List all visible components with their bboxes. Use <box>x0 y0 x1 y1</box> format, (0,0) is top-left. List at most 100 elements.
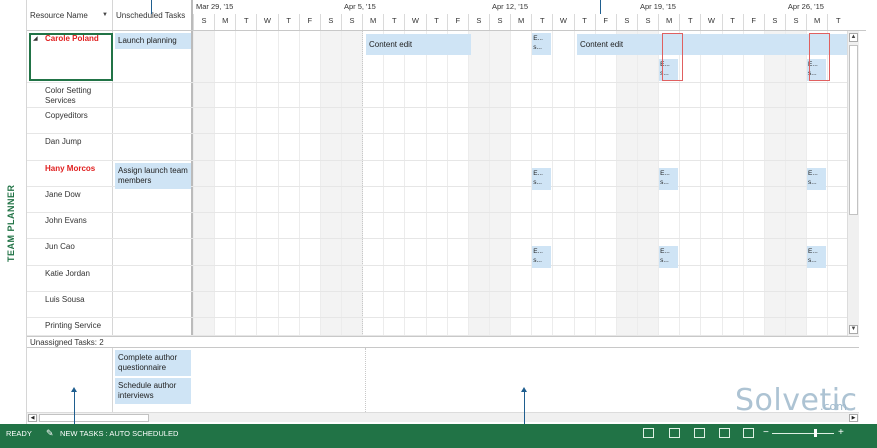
resource-row[interactable]: Printing Service <box>27 318 847 336</box>
resource-row[interactable]: Jun Cao E... s... E... s... E... s... <box>27 239 847 268</box>
day-label: S <box>193 14 214 30</box>
scroll-down-icon[interactable]: ▼ <box>849 325 858 334</box>
mini-task-line: s... <box>660 179 669 186</box>
unscheduled-cell <box>113 213 193 238</box>
mini-task-line: E... <box>533 170 543 177</box>
day-label: T <box>425 14 447 30</box>
zoom-slider-thumb[interactable] <box>814 429 817 437</box>
mini-task[interactable]: E... s... <box>532 33 552 55</box>
pushpin-icon: ✎ <box>46 428 54 438</box>
vertical-scrollbar[interactable]: ▲ ▼ <box>847 31 859 336</box>
mini-task-line: E... <box>660 248 670 255</box>
task-bar-content-edit[interactable]: Content edit <box>366 34 471 55</box>
mini-task[interactable]: E... s... <box>532 246 552 268</box>
scroll-up-icon[interactable]: ▲ <box>849 33 858 42</box>
scroll-left-icon[interactable]: ◀ <box>28 414 37 422</box>
unscheduled-task[interactable]: Launch planning <box>115 33 191 49</box>
resource-name[interactable]: Katie Jordan <box>27 266 113 291</box>
report-view-icon[interactable] <box>743 428 754 438</box>
resource-grid[interactable]: Carole Poland Launch planning E... s... E...… <box>27 31 847 336</box>
day-label: S <box>488 14 510 30</box>
resource-name-header-label: Resource Name <box>30 10 88 20</box>
watermark-suffix: .com <box>820 400 847 413</box>
resource-name[interactable]: Jane Dow <box>27 187 113 212</box>
resource-row[interactable]: Color Setting Services <box>27 83 847 108</box>
unassigned-left-area <box>27 348 113 412</box>
annotation-pointer <box>600 0 601 14</box>
unscheduled-cell <box>113 292 193 317</box>
mini-task-line: E... <box>533 248 543 255</box>
zoom-in-icon[interactable]: + <box>838 427 844 438</box>
status-new-tasks[interactable]: NEW TASKS : AUTO SCHEDULED <box>60 429 178 438</box>
day-label: S <box>319 14 341 30</box>
mini-task-line: s... <box>808 257 817 264</box>
day-label: S <box>784 14 806 30</box>
unscheduled-task[interactable]: Assign launch team members <box>115 163 191 189</box>
day-label: T <box>573 14 595 30</box>
day-label: S <box>636 14 658 30</box>
zoom-slider-track[interactable] <box>772 433 834 434</box>
gantt-view-icon[interactable] <box>643 428 654 438</box>
resource-name[interactable]: Luis Sousa <box>27 292 113 317</box>
view-title: TEAM PLANNER <box>6 184 16 263</box>
resource-row[interactable]: Dan Jump <box>27 134 847 161</box>
day-label: T <box>679 14 700 30</box>
status-bar: READY ✎ NEW TASKS : AUTO SCHEDULED − + <box>0 424 877 448</box>
resource-row[interactable]: John Evans <box>27 213 847 239</box>
day-label: T <box>721 14 743 30</box>
resource-name[interactable]: Dan Jump <box>27 134 113 160</box>
day-label: W <box>256 14 277 30</box>
week-label: Apr 5, '15 <box>343 2 376 11</box>
filter-dropdown-icon[interactable]: ▼ <box>102 12 108 18</box>
resource-name[interactable]: Color Setting Services <box>27 83 113 107</box>
task-bar-content-edit[interactable]: Content edit <box>577 34 847 55</box>
task-usage-view-icon[interactable] <box>669 428 680 438</box>
unscheduled-tasks-header: Unscheduled Tasks <box>113 0 193 30</box>
mini-task-line: E... <box>660 170 670 177</box>
day-label: F <box>594 14 616 30</box>
week-label: Mar 29, '15 <box>196 2 234 11</box>
resource-name[interactable]: Jun Cao <box>27 239 113 265</box>
resource-row[interactable]: Luis Sousa <box>27 292 847 318</box>
mini-task-line: s... <box>533 179 542 186</box>
resource-sheet-view-icon[interactable] <box>719 428 730 438</box>
resource-row[interactable]: Jane Dow <box>27 187 847 213</box>
mini-task[interactable]: E... s... <box>807 246 827 268</box>
mini-task[interactable]: E... s... <box>659 246 679 268</box>
resource-row[interactable]: Copyeditors <box>27 108 847 134</box>
resource-name[interactable]: Hany Morcos <box>27 161 113 186</box>
resource-row[interactable]: Hany Morcos Assign launch team members E..… <box>27 161 847 190</box>
unscheduled-cell <box>113 83 193 107</box>
day-label: F <box>742 14 764 30</box>
unscheduled-cell <box>113 318 193 335</box>
resource-name[interactable]: Printing Service <box>27 318 113 335</box>
day-label: M <box>806 14 827 30</box>
unscheduled-cell <box>113 108 193 133</box>
mini-task-line: s... <box>533 257 542 264</box>
vertical-scroll-thumb[interactable] <box>849 45 858 215</box>
unassigned-task[interactable]: Schedule author interviews <box>115 378 191 404</box>
day-label: M <box>510 14 531 30</box>
today-line <box>365 348 366 412</box>
resource-row[interactable]: Katie Jordan <box>27 266 847 292</box>
unscheduled-cell <box>113 239 193 265</box>
view-title-bar: TEAM PLANNER <box>0 0 27 424</box>
day-label: T <box>235 14 256 30</box>
resource-name[interactable]: Copyeditors <box>27 108 113 133</box>
mini-task-line: s... <box>533 44 542 51</box>
unassigned-task[interactable]: Complete author questionnaire <box>115 350 191 376</box>
resource-name[interactable]: John Evans <box>27 213 113 238</box>
day-label: M <box>362 14 383 30</box>
horizontal-scroll-thumb[interactable] <box>39 414 149 422</box>
team-planner-view-icon[interactable] <box>694 428 705 438</box>
resource-name-header[interactable]: Resource Name ▼ <box>27 0 113 30</box>
day-label: S <box>340 14 362 30</box>
zoom-out-icon[interactable]: − <box>763 427 769 438</box>
collapse-triangle-icon[interactable]: ◢ <box>33 35 38 42</box>
team-planner-window: TEAM PLANNER Resource Name ▼ Unscheduled… <box>0 0 877 448</box>
day-label: T <box>827 14 848 30</box>
day-label: T <box>277 14 299 30</box>
day-label: F <box>446 14 468 30</box>
timescale-header: Resource Name ▼ Unscheduled Tasks Mar 29… <box>27 0 866 31</box>
day-label: W <box>552 14 573 30</box>
